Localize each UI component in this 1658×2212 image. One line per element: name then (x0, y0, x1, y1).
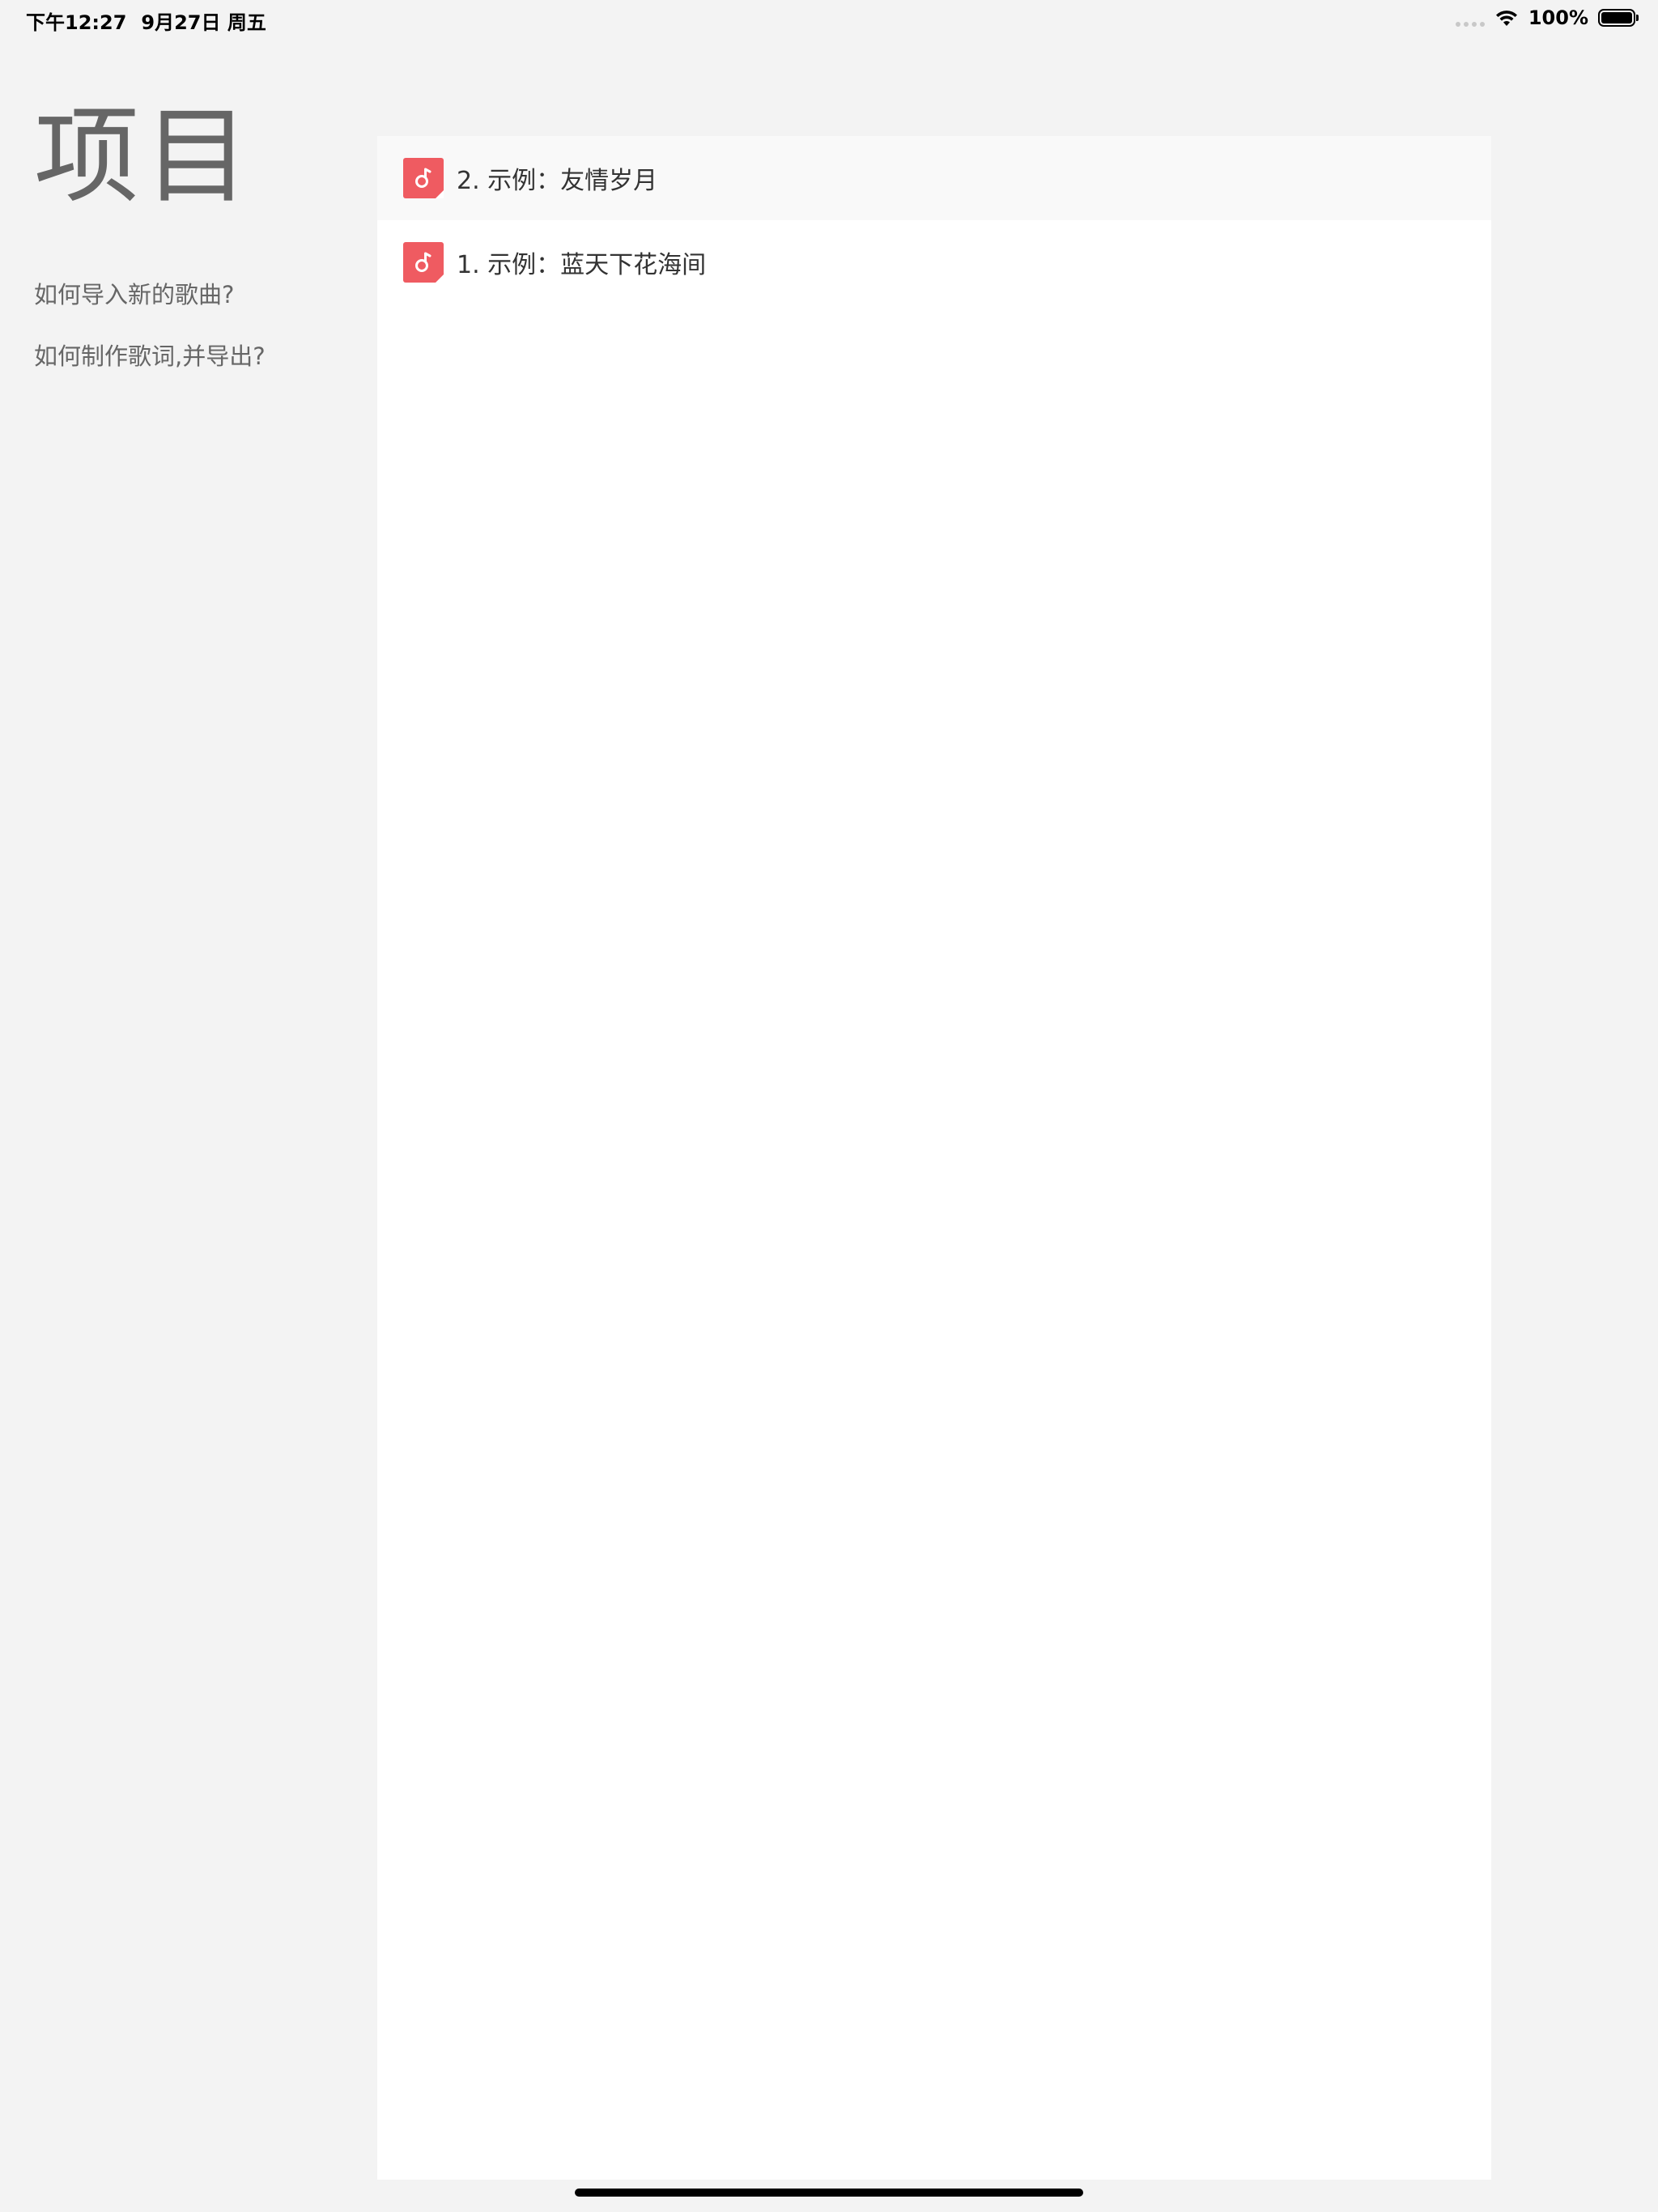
home-indicator[interactable] (575, 2189, 1083, 2197)
battery-icon (1598, 9, 1639, 27)
help-link-make-lyrics[interactable]: 如何制作歌词,并导出? (34, 337, 266, 398)
status-date: 9月27日 周五 (141, 11, 266, 34)
status-bar-left: 下午12:27 9月27日 周五 (26, 6, 281, 35)
music-note-icon (403, 158, 444, 198)
battery-percent: 100% (1528, 6, 1588, 29)
help-link-import-songs[interactable]: 如何导入新的歌曲? (34, 275, 266, 337)
song-title: 1. 示例：蓝天下花海间 (457, 251, 707, 279)
page-title: 项目 (34, 95, 255, 218)
status-time: 下午12:27 (26, 11, 127, 34)
song-title: 2. 示例：友情岁月 (457, 167, 658, 195)
signal-dots-icon (1455, 7, 1485, 28)
help-links: 如何导入新的歌曲? 如何制作歌词,并导出? (34, 275, 266, 398)
status-bar-right: 100% (1455, 6, 1639, 29)
song-list-item[interactable]: 2. 示例：友情岁月 (377, 136, 1491, 220)
wifi-icon (1495, 11, 1517, 26)
song-list-panel: 2. 示例：友情岁月 1. 示例：蓝天下花海间 (377, 136, 1491, 2180)
status-bar: 下午12:27 9月27日 周五 100% (0, 0, 1658, 39)
song-list-item[interactable]: 1. 示例：蓝天下花海间 (377, 220, 1491, 304)
music-note-icon (403, 242, 444, 283)
